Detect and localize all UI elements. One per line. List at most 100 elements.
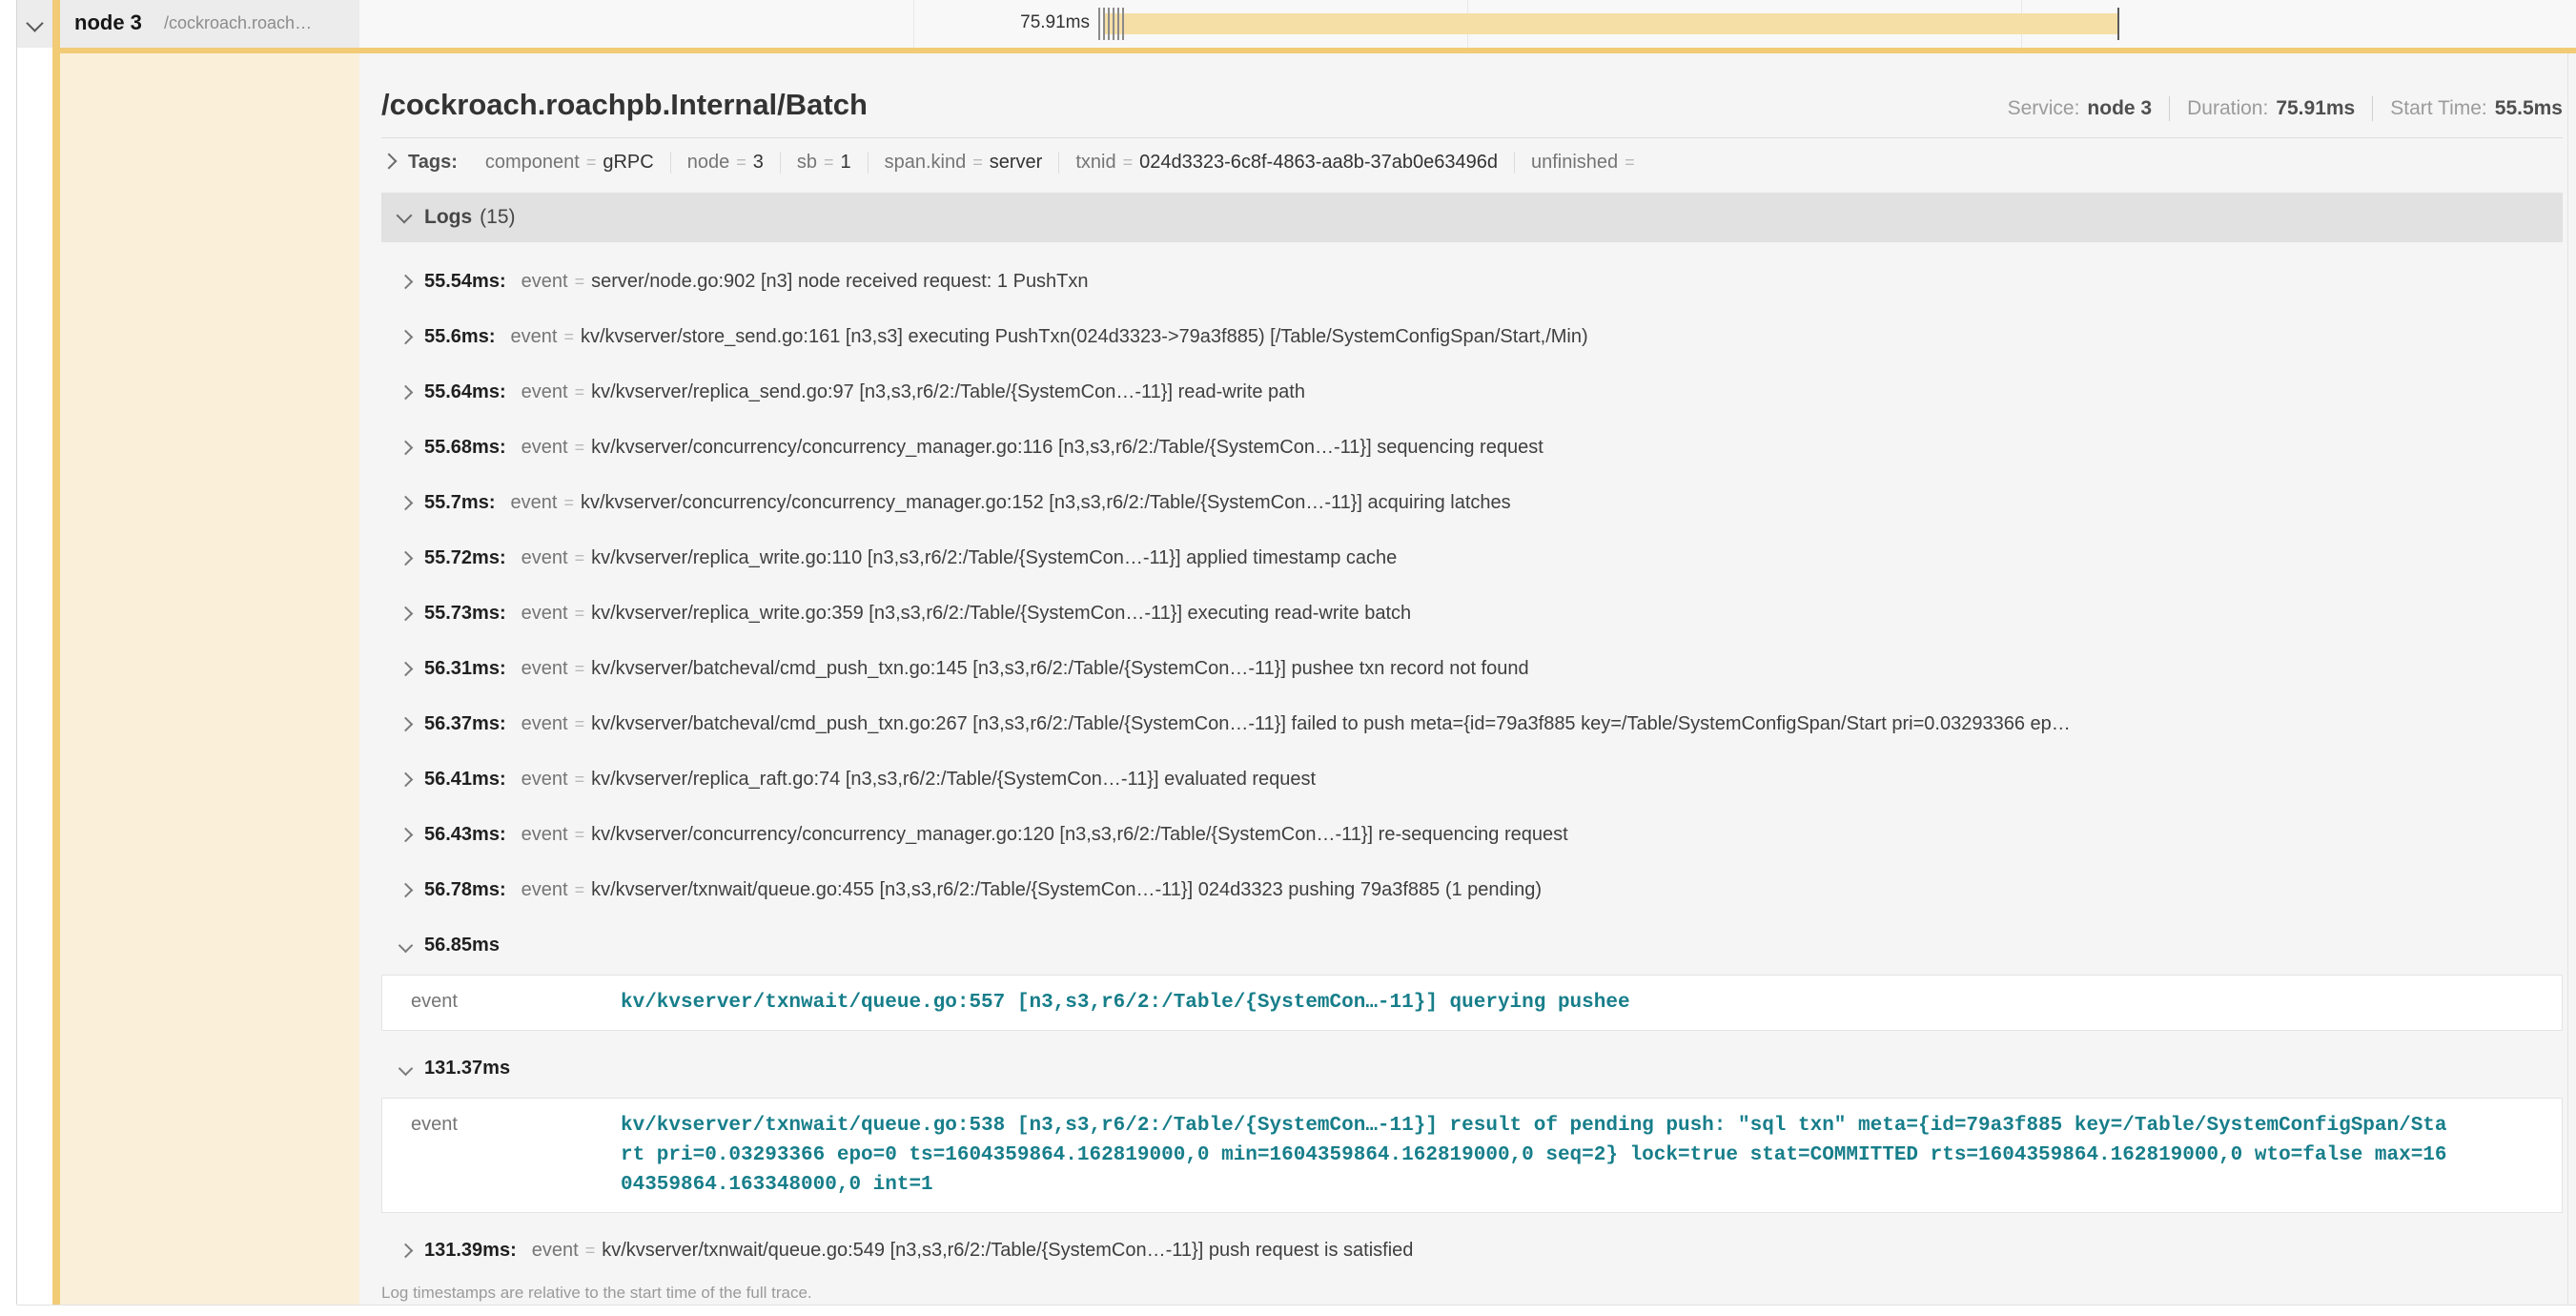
tag-key: unfinished <box>1531 152 1618 174</box>
log-field-key: event <box>521 437 568 459</box>
expand-tags-icon[interactable] <box>381 153 398 169</box>
log-message: kv/kvserver/concurrency/concurrency_mana… <box>591 437 2576 459</box>
expand-log-icon[interactable] <box>399 882 414 897</box>
log-entry-row[interactable]: 131.37ms <box>359 1040 2576 1096</box>
expand-log-icon[interactable] <box>399 550 414 565</box>
log-marker-ticks <box>1098 8 1124 40</box>
log-entry-row[interactable]: 56.85ms <box>359 917 2576 973</box>
equals-sign: = <box>563 493 574 513</box>
expand-log-icon[interactable] <box>399 827 414 842</box>
span-name-cell[interactable]: node 3 /cockroach.roach… <box>17 0 359 48</box>
expand-log-icon[interactable] <box>399 661 414 676</box>
log-entry-row[interactable]: 131.39ms: event = kv/kvserver/txnwait/qu… <box>359 1223 2576 1278</box>
log-entry-row[interactable]: 56.37ms: event = kv/kvserver/batcheval/c… <box>359 696 2576 751</box>
logs-footer-note: Log timestamps are relative to the start… <box>381 1284 2563 1303</box>
log-marker-tick <box>1098 8 1100 40</box>
equals-sign: = <box>575 438 585 458</box>
log-message: kv/kvserver/store_send.go:161 [n3,s3] ex… <box>581 326 2576 348</box>
log-fields-table: event kv/kvserver/txnwait/queue.go:557 [… <box>381 975 2563 1031</box>
log-entry-row[interactable]: 55.73ms: event = kv/kvserver/replica_wri… <box>359 586 2576 641</box>
divider <box>2567 53 2568 1305</box>
log-entry-row[interactable]: 55.68ms: event = kv/kvserver/concurrency… <box>359 420 2576 475</box>
log-entry-expanded: 56.85ms event kv/kvserver/txnwait/queue.… <box>359 917 2576 1031</box>
log-timestamp: 55.73ms: <box>424 603 506 625</box>
trace-timeline-view: node 3 /cockroach.roach… 75.91ms /cockro… <box>0 0 2576 1316</box>
equals-sign: = <box>824 153 834 173</box>
start-time-value: 55.5ms <box>2495 97 2563 120</box>
log-marker-tick-end <box>2117 8 2119 40</box>
log-timestamp: 56.85ms <box>424 935 500 956</box>
log-entry-row[interactable]: 55.72ms: event = kv/kvserver/replica_wri… <box>359 530 2576 586</box>
collapse-logs-icon[interactable] <box>397 208 413 224</box>
log-message: server/node.go:902 [n3] node received re… <box>591 271 2576 293</box>
expand-log-icon[interactable] <box>399 384 414 400</box>
equals-sign: = <box>585 1241 596 1261</box>
expand-log-icon[interactable] <box>399 495 414 510</box>
tag-key: node <box>687 152 730 174</box>
log-entry-row[interactable]: 55.64ms: event = kv/kvserver/replica_sen… <box>359 364 2576 420</box>
span-duration-label: 75.91ms <box>931 12 1090 33</box>
log-timestamp: 55.68ms: <box>424 437 506 459</box>
start-time-label: Start Time: <box>2390 97 2487 120</box>
span-timeline-track[interactable]: 75.91ms <box>359 0 2576 48</box>
expand-log-icon[interactable] <box>399 329 414 344</box>
logs-section-header[interactable]: Logs (15) <box>381 193 2563 242</box>
tags-section[interactable]: Tags: component = gRPC node = 3 sb = 1 s… <box>359 138 2576 185</box>
tag-value: 1 <box>840 152 850 174</box>
equals-sign: = <box>972 153 983 173</box>
tag-item: unfinished = <box>1514 152 1658 174</box>
span-operation-name: /cockroach.roach… <box>164 13 312 33</box>
equals-sign: = <box>575 825 585 845</box>
log-message: kv/kvserver/replica_raft.go:74 [n3,s3,r6… <box>591 769 2576 791</box>
divider <box>2372 96 2373 121</box>
log-marker-tick <box>1108 8 1110 40</box>
expand-log-icon[interactable] <box>399 716 414 731</box>
span-duration-bar[interactable] <box>1104 13 2118 34</box>
expand-log-icon[interactable] <box>399 1243 414 1258</box>
log-entry-row[interactable]: 55.54ms: event = server/node.go:902 [n3]… <box>359 254 2576 309</box>
expand-log-icon[interactable] <box>399 606 414 621</box>
log-entry-expanded: 131.37ms event kv/kvserver/txnwait/queue… <box>359 1040 2576 1213</box>
tag-item: txnid = 024d3323-6c8f-4863-aa8b-37ab0e63… <box>1058 152 1514 174</box>
log-entry-row[interactable]: 56.78ms: event = kv/kvserver/txnwait/que… <box>359 862 2576 917</box>
tag-value: 3 <box>753 152 764 174</box>
span-detail-panel: /cockroach.roachpb.Internal/Batch Servic… <box>359 53 2576 1305</box>
tag-key: component <box>485 152 580 174</box>
log-timestamp: 56.78ms: <box>424 879 506 901</box>
logs-list: 55.54ms: event = server/node.go:902 [n3]… <box>359 242 2576 1278</box>
column-divider[interactable] <box>16 0 17 1305</box>
log-entry-row[interactable]: 55.6ms: event = kv/kvserver/store_send.g… <box>359 309 2576 364</box>
log-timestamp: 56.31ms: <box>424 658 506 680</box>
equals-sign: = <box>575 659 585 679</box>
collapse-span-icon[interactable] <box>26 14 43 31</box>
collapse-log-icon[interactable] <box>399 937 414 953</box>
span-detail-meta: Service: node 3 Duration: 75.91ms Start … <box>2008 96 2563 121</box>
expand-log-icon[interactable] <box>399 440 414 455</box>
equals-sign: = <box>563 327 574 347</box>
log-field-key: event <box>521 879 568 901</box>
log-entry-row[interactable]: 56.41ms: event = kv/kvserver/replica_raf… <box>359 751 2576 807</box>
log-field-key: event <box>411 988 621 1018</box>
tag-value: 024d3323-6c8f-4863-aa8b-37ab0e63496d <box>1139 152 1498 174</box>
log-entry-row[interactable]: 55.7ms: event = kv/kvserver/concurrency/… <box>359 475 2576 530</box>
tag-key: txnid <box>1075 152 1115 174</box>
selected-span-accent-strip <box>52 48 60 1305</box>
log-field-value: kv/kvserver/txnwait/queue.go:538 [n3,s3,… <box>621 1111 2451 1200</box>
expand-log-icon[interactable] <box>399 771 414 787</box>
tag-item: sb = 1 <box>780 152 868 174</box>
log-marker-tick <box>1117 8 1119 40</box>
timeline-gridline <box>913 0 914 48</box>
equals-sign: = <box>575 714 585 734</box>
equals-sign: = <box>575 770 585 790</box>
logs-label: Logs <box>424 206 472 229</box>
expand-log-icon[interactable] <box>399 274 414 289</box>
collapse-log-icon[interactable] <box>399 1060 414 1076</box>
log-field-key: event <box>511 492 558 514</box>
log-timestamp: 56.41ms: <box>424 769 506 791</box>
tag-item: span.kind = server <box>868 152 1059 174</box>
logs-count: (15) <box>480 206 515 229</box>
log-entry-row[interactable]: 56.31ms: event = kv/kvserver/batcheval/c… <box>359 641 2576 696</box>
log-message: kv/kvserver/txnwait/queue.go:455 [n3,s3,… <box>591 879 2576 901</box>
log-message: kv/kvserver/batcheval/cmd_push_txn.go:14… <box>591 658 2576 680</box>
log-entry-row[interactable]: 56.43ms: event = kv/kvserver/concurrency… <box>359 807 2576 862</box>
